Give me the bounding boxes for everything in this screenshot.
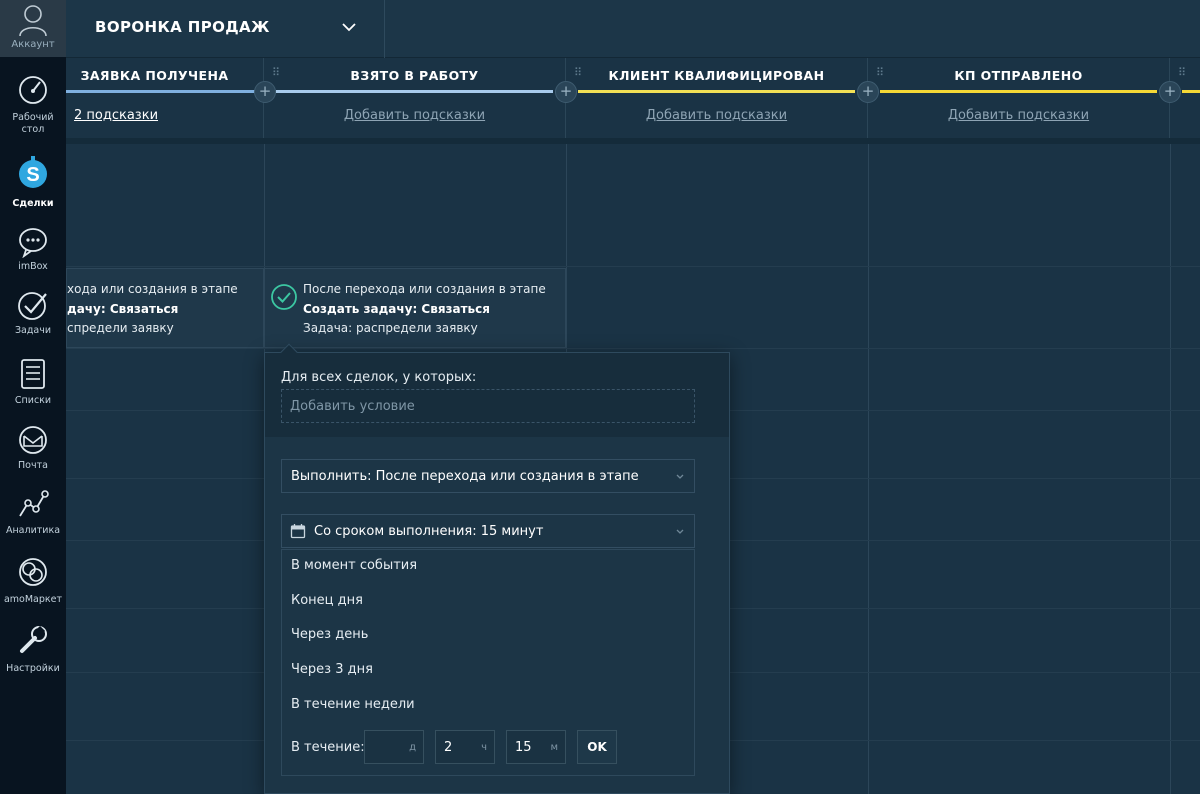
- days-unit: д: [409, 742, 416, 753]
- chevron-down-icon[interactable]: [336, 16, 362, 38]
- deals-icon: S: [19, 156, 47, 188]
- stage-hints-link[interactable]: 2 подсказки: [74, 108, 263, 123]
- nav-label-analytics: Аналитика: [5, 525, 61, 536]
- stage-headers: ЗАЯВКА ПОЛУЧЕНА 2 подсказки + ⠿ ВЗЯТО В …: [66, 58, 1200, 138]
- minutes-value: 15: [515, 740, 532, 755]
- grid-line: [66, 348, 1200, 349]
- condition-label: Для всех сделок, у которых:: [281, 370, 477, 385]
- grid-line: [66, 266, 1200, 267]
- nav-item-tasks[interactable]: Задачи: [0, 290, 66, 340]
- nav-label-lists: Списки: [14, 395, 52, 406]
- card-trigger-text: хода или создания в этапе: [67, 282, 238, 296]
- account-label: Аккаунт: [11, 39, 55, 50]
- execute-select-value: Выполнить: После перехода или создания в…: [291, 469, 639, 484]
- stage-color-bar: [880, 90, 1157, 93]
- drag-handle-icon[interactable]: ⠿: [1178, 66, 1186, 79]
- hours-unit: ч: [481, 742, 487, 753]
- nav-item-lists[interactable]: Списки: [0, 358, 66, 408]
- account-button[interactable]: Аккаунт: [0, 0, 66, 57]
- nav-label-settings: Настройки: [6, 663, 60, 674]
- automation-card[interactable]: хода или создания в этапе дачу: Связатьс…: [66, 268, 264, 348]
- lists-icon: [21, 359, 45, 389]
- days-input[interactable]: д: [364, 730, 424, 764]
- grid-line: [868, 144, 869, 794]
- nav-item-imbox[interactable]: imBox: [0, 226, 66, 276]
- analytics-icon: [19, 490, 49, 517]
- svg-text:S: S: [26, 164, 39, 186]
- stage-title[interactable]: КЛИЕНТ КВАЛИФИЦИРОВАН: [566, 68, 867, 83]
- minutes-input[interactable]: 15 м: [506, 730, 566, 764]
- nav-item-market[interactable]: amoМаркет: [0, 556, 66, 608]
- stage-column: ⠿ ВЗЯТО В РАБОТУ Добавить подсказки: [264, 58, 566, 138]
- within-label: В течение:: [291, 740, 365, 755]
- automation-settings-popup: Для всех сделок, у которых: Добавить усл…: [264, 343, 730, 794]
- tasks-icon: [18, 292, 47, 320]
- dashboard-icon: [19, 76, 47, 104]
- deadline-option[interactable]: Конец дня: [282, 585, 694, 619]
- stage-title[interactable]: ЗАЯВКА ПОЛУЧЕНА: [46, 68, 263, 83]
- execute-select[interactable]: Выполнить: После перехода или создания в…: [281, 459, 695, 493]
- nav-label-dashboard: Рабочий стол: [12, 112, 54, 135]
- nav-label-imbox: imBox: [18, 261, 48, 272]
- stage-title[interactable]: ВЗЯТО В РАБОТУ: [264, 68, 565, 83]
- minutes-unit: м: [550, 742, 558, 753]
- stage-hints-link[interactable]: Добавить подсказки: [868, 108, 1169, 123]
- stage-column: ЗАЯВКА ПОЛУЧЕНА 2 подсказки: [66, 58, 264, 138]
- stage-color-bar: [1182, 90, 1200, 93]
- deadline-option[interactable]: В момент события: [282, 550, 694, 584]
- nav-label-deals: Сделки: [12, 198, 54, 209]
- card-action-text: дачу: Связаться: [67, 302, 179, 316]
- stage-color-bar: [66, 90, 263, 93]
- left-nav: Аккаунт Рабочий стол S Сделки imBox Задач: [0, 0, 66, 794]
- nav-item-deals[interactable]: S Сделки: [0, 156, 66, 210]
- stage-color-bar: [276, 90, 553, 93]
- nav-item-mail[interactable]: Почта: [0, 424, 66, 474]
- deadline-select-value: Со сроком выполнения: 15 минут: [314, 524, 544, 539]
- nav-item-dashboard[interactable]: Рабочий стол: [0, 74, 66, 138]
- pipeline-header: ВОРОНКА ПРОДАЖ: [66, 0, 1200, 58]
- card-trigger-text: После перехода или создания в этапе: [303, 282, 546, 296]
- stage-column: ⠿ КП ОТПРАВЛЕНО Добавить подсказки: [868, 58, 1170, 138]
- nav-item-settings[interactable]: Настройки: [0, 624, 66, 674]
- nav-label-tasks: Задачи: [14, 325, 52, 336]
- card-action-text: Создать задачу: Связаться: [303, 302, 490, 316]
- stage-column-partial: ⠿: [1170, 58, 1200, 138]
- stage-hints-link[interactable]: Добавить подсказки: [264, 108, 565, 123]
- grid-line: [1170, 144, 1171, 794]
- add-condition-field[interactable]: Добавить условие: [281, 389, 695, 423]
- pipeline-title[interactable]: ВОРОНКА ПРОДАЖ: [95, 18, 270, 36]
- settings-icon: [20, 625, 47, 653]
- stage-color-bar: [578, 90, 855, 93]
- deadline-option[interactable]: В течение недели: [282, 689, 694, 723]
- stage-title[interactable]: КП ОТПРАВЛЕНО: [868, 68, 1169, 83]
- nav-label-market: amoМаркет: [3, 594, 63, 605]
- chevron-down-icon: [676, 529, 684, 534]
- stage-column: ⠿ КЛИЕНТ КВАЛИФИЦИРОВАН Добавить подсказ…: [566, 58, 868, 138]
- nav-item-analytics[interactable]: Аналитика: [0, 488, 66, 538]
- deadline-dropdown-list: В момент события Конец дня Через день Че…: [281, 549, 695, 776]
- deadline-option[interactable]: Через день: [282, 619, 694, 653]
- mail-icon: [19, 426, 47, 454]
- header-divider: [384, 0, 385, 58]
- condition-section: Для всех сделок, у которых: Добавить усл…: [265, 353, 729, 437]
- stage-hints-link[interactable]: Добавить подсказки: [566, 108, 867, 123]
- ok-button[interactable]: OK: [577, 730, 617, 764]
- deadline-option[interactable]: Через 3 дня: [282, 654, 694, 688]
- user-icon: [19, 5, 47, 36]
- nav-label-mail: Почта: [18, 460, 48, 471]
- chat-icon: [19, 228, 47, 258]
- card-task-text: спредели заявку: [67, 321, 174, 335]
- card-task-text: Задача: распредели заявку: [303, 321, 478, 335]
- automation-card[interactable]: После перехода или создания в этапе Созд…: [264, 268, 566, 348]
- market-icon: [19, 558, 47, 586]
- hours-input[interactable]: 2 ч: [435, 730, 495, 764]
- check-circle-icon: [271, 284, 297, 310]
- hours-value: 2: [444, 740, 453, 755]
- deadline-select[interactable]: Со сроком выполнения: 15 минут: [281, 514, 695, 548]
- calendar-icon: [290, 524, 306, 539]
- chevron-down-icon: [676, 474, 684, 479]
